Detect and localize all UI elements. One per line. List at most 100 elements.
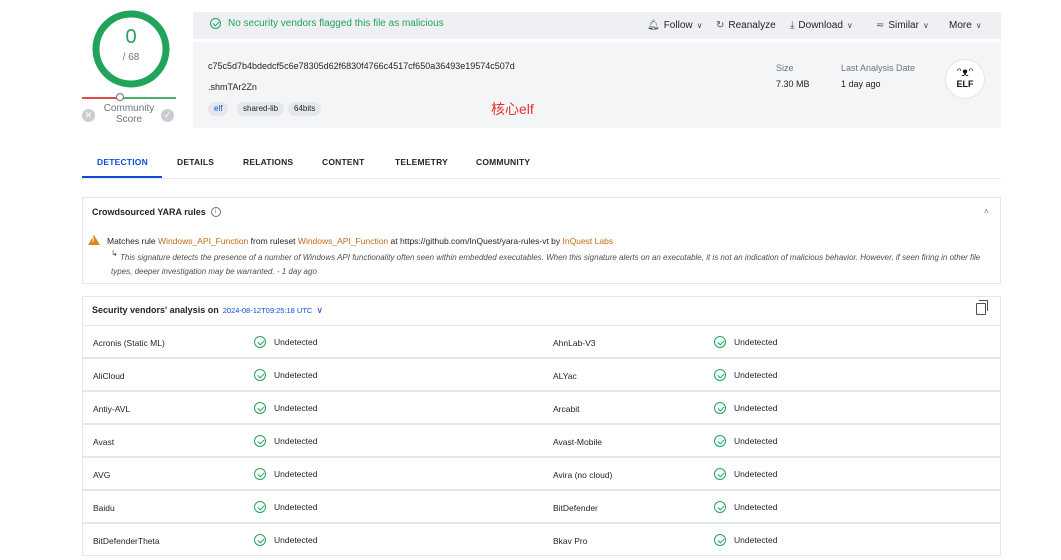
vendor-name: Baidu — [93, 503, 115, 513]
community-score-marker — [116, 93, 124, 101]
vote-down-icon[interactable]: ✕ — [82, 109, 95, 122]
vendor-result: Undetected — [714, 402, 777, 414]
vendor-result: Undetected — [254, 369, 317, 381]
download-button[interactable]: ⤓ Download ∨ — [790, 20, 853, 31]
vendor-name: Arcabit — [553, 404, 580, 414]
file-type-badge: ᵔᴥᵔ ELF — [945, 59, 985, 99]
vendor-row: BitDefenderTheta Undetected Bkav Pro Undete… — [82, 523, 1001, 556]
vendor-result: Undetected — [254, 534, 317, 546]
vendor-name: BitDefender — [553, 503, 598, 513]
check-circle-icon — [254, 435, 266, 447]
vendor-name: AliCloud — [93, 371, 125, 381]
more-button[interactable]: More ∨ — [949, 20, 982, 31]
vendor-result-text: Undetected — [734, 337, 778, 347]
vendor-row: Baidu Undetected BitDefender Undetected — [82, 490, 1001, 523]
info-icon[interactable]: i — [210, 207, 221, 217]
file-type-text: ELF — [956, 79, 974, 89]
vendor-result: Undetected — [714, 369, 777, 381]
tux-icon: ᵔᴥᵔ — [956, 65, 974, 79]
reanalyze-button[interactable]: ↻ Reanalyze — [716, 20, 776, 31]
warning-mark: ! — [92, 237, 95, 244]
yara-match-line: Matches rule Windows_API_Function from r… — [107, 236, 613, 246]
more-label: More — [949, 20, 972, 31]
copy-icon[interactable] — [976, 303, 986, 315]
check-circle-icon — [254, 534, 266, 546]
vendor-result-text: Undetected — [274, 535, 318, 545]
vendor-result: Undetected — [714, 435, 777, 447]
tabs-divider — [82, 178, 1001, 179]
yara-author-link[interactable]: InQuest Labs — [563, 236, 614, 246]
vote-up-icon[interactable]: ✓ — [161, 109, 174, 122]
tab-details[interactable]: DETAILS — [177, 157, 214, 167]
size-label: Size — [776, 63, 794, 73]
follow-label: Follow — [663, 20, 693, 31]
last-analysis-label: Last Analysis Date — [841, 63, 916, 73]
detection-score-gauge — [92, 10, 170, 88]
check-circle-icon — [254, 402, 266, 414]
yara-title: Crowdsourced YARA rules i — [92, 207, 221, 217]
vendors-title: Security vendors' analysis on 2024-08-12… — [92, 305, 323, 316]
vendor-result-text: Undetected — [734, 403, 778, 413]
file-hash[interactable]: c75c5d7b4bdedcf5c6e78305d62f6830f4766c45… — [208, 61, 515, 71]
tag-elf[interactable]: elf — [208, 102, 229, 116]
download-label: Download — [798, 20, 843, 31]
vendor-name: Avast-Mobile — [553, 437, 602, 447]
vendor-result-text: Undetected — [274, 502, 318, 512]
vendor-result-text: Undetected — [274, 370, 318, 380]
chevron-down-icon: ∨ — [975, 21, 982, 30]
vendor-name: AVG — [93, 470, 111, 480]
vendor-result: Undetected — [714, 468, 777, 480]
yara-prefix: Matches rule — [107, 236, 156, 246]
vendor-result: Undetected — [254, 501, 317, 513]
similar-button[interactable]: ≂ Similar ∨ — [876, 20, 929, 31]
check-circle-icon — [210, 18, 221, 29]
bell-icon: 🔔︎ — [647, 20, 660, 31]
vendors-title-text: Security vendors' analysis on — [92, 305, 219, 315]
vendor-row: AliCloud Undetected ALYac Undetected — [82, 358, 1001, 391]
vendor-result-text: Undetected — [734, 436, 778, 446]
vendor-name: Antiy-AVL — [93, 404, 131, 414]
vendor-result: Undetected — [254, 402, 317, 414]
vendor-result-text: Undetected — [274, 337, 318, 347]
vendor-name: Avast — [93, 437, 115, 447]
user-annotation: 核心elf — [491, 101, 534, 117]
tag-64bits[interactable]: 64bits — [288, 102, 322, 116]
vendor-result: Undetected — [714, 534, 777, 546]
vendor-result-text: Undetected — [274, 436, 318, 446]
size-value: 7.30 MB — [776, 79, 810, 89]
vendor-name: Acronis (Static ML) — [93, 338, 165, 348]
vendor-result: Undetected — [254, 468, 317, 480]
vendor-result: Undetected — [254, 336, 317, 348]
refresh-icon: ↻ — [716, 20, 725, 31]
yara-source: at https://github.com/InQuest/yara-rules… — [390, 236, 561, 246]
vendor-name: Bkav Pro — [553, 536, 588, 546]
check-circle-icon — [714, 468, 726, 480]
tab-telemetry[interactable]: TELEMETRY — [395, 157, 448, 167]
detection-count: 0 — [125, 26, 137, 48]
yara-ruleset-link[interactable]: Windows_API_Function — [298, 236, 388, 246]
engine-total: / 68 — [122, 52, 140, 63]
yara-rule-link[interactable]: Windows_API_Function — [158, 236, 248, 246]
check-circle-icon — [714, 534, 726, 546]
tab-detection[interactable]: DETECTION — [97, 157, 148, 167]
tab-relations[interactable]: RELATIONS — [243, 157, 293, 167]
verdict-message: No security vendors flagged this file as… — [210, 18, 444, 29]
community-bar-positive — [120, 97, 176, 99]
vendor-name: AhnLab-V3 — [553, 338, 596, 348]
check-circle-icon — [254, 468, 266, 480]
tag-shared-lib[interactable]: shared-lib — [237, 102, 285, 116]
vendor-result-text: Undetected — [734, 535, 778, 545]
analysis-date[interactable]: 2024-08-12T09:25:18 UTC — [223, 306, 313, 315]
chevron-down-icon: ∨ — [922, 21, 929, 30]
yara-title-text: Crowdsourced YARA rules — [92, 207, 206, 217]
collapse-icon[interactable]: ˄ — [984, 207, 989, 216]
check-circle-icon — [254, 336, 266, 348]
tab-content[interactable]: CONTENT — [322, 157, 364, 167]
follow-button[interactable]: 🔔︎ Follow ∨ — [647, 20, 702, 31]
reanalyze-label: Reanalyze — [728, 20, 776, 31]
chevron-down-icon[interactable]: ∨ — [316, 305, 323, 316]
vendor-result: Undetected — [714, 336, 777, 348]
check-circle-icon — [254, 501, 266, 513]
tab-community[interactable]: COMMUNITY — [476, 157, 530, 167]
chevron-down-icon: ∨ — [846, 21, 853, 30]
